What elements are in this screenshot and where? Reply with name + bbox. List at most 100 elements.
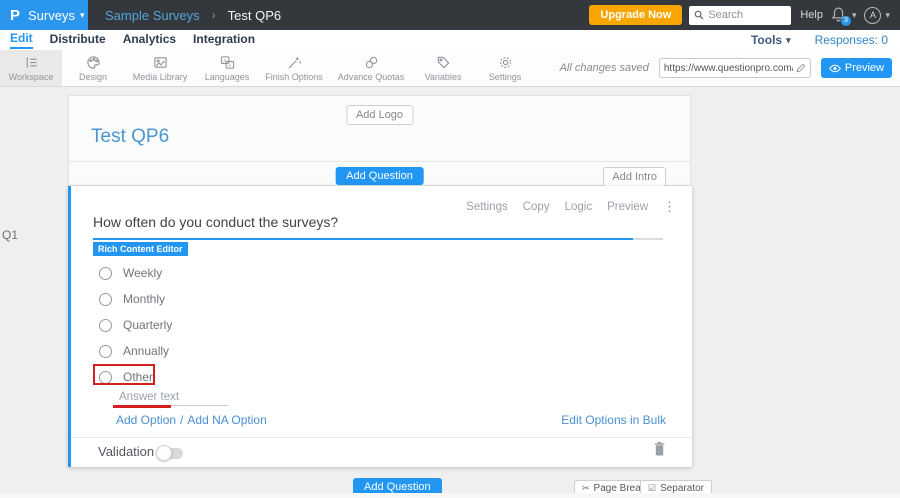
toolbar-item-label: Media Library	[132, 71, 188, 82]
toolbar-item-workspace[interactable]: Workspace	[0, 50, 62, 86]
question-preview-link[interactable]: Preview	[607, 201, 648, 213]
trash-icon	[654, 442, 665, 456]
answer-options-list: Weekly Monthly Quarterly Annually Other	[71, 260, 692, 390]
help-link[interactable]: Help	[800, 9, 823, 21]
toolbar-item-media-library[interactable]: Media Library	[124, 50, 196, 86]
search-box[interactable]	[689, 5, 792, 25]
add-na-option-link[interactable]: Add NA Option	[187, 413, 266, 427]
question-actions: Settings Copy Logic Preview ⋮	[466, 199, 676, 215]
question-logic-link[interactable]: Logic	[565, 201, 593, 213]
toolbar-item-label: Languages	[204, 71, 250, 82]
tab-distribute[interactable]: Distribute	[50, 32, 106, 48]
edit-options-in-bulk-link[interactable]: Edit Options in Bulk	[561, 413, 666, 427]
delete-question-button[interactable]	[653, 441, 666, 461]
product-menu-label: Surveys	[28, 7, 75, 23]
main-nav: Edit Distribute Analytics Integration To…	[0, 30, 900, 50]
tools-menu[interactable]: Tools ▾	[751, 33, 791, 47]
survey-title[interactable]: Test QP6	[91, 126, 169, 148]
option-links: Add Option / Add NA Option	[116, 413, 267, 427]
svg-text:A: A	[228, 62, 232, 67]
answer-option-other[interactable]: Other	[71, 364, 692, 390]
media-library-icon	[153, 56, 167, 68]
add-option-link[interactable]: Add Option	[116, 413, 176, 427]
radio-icon[interactable]	[99, 292, 112, 306]
account-chevron-icon[interactable]: ▾	[885, 10, 890, 20]
answer-option-monthly[interactable]: Monthly	[71, 286, 692, 312]
toolbar-item-variables[interactable]: Variables	[412, 50, 474, 86]
toolbar-item-label: Design	[78, 71, 107, 82]
responses-count[interactable]: Responses: 0	[815, 33, 888, 47]
radio-icon[interactable]	[99, 344, 112, 358]
survey-url-field[interactable]: https://www.questionpro.com/t/APNrFZ	[658, 58, 811, 78]
design-icon	[86, 55, 100, 69]
option-label: Monthly	[123, 292, 166, 306]
product-menu[interactable]: P Surveys ▾	[0, 0, 88, 30]
option-label: Other	[123, 370, 154, 384]
answer-option-weekly[interactable]: Weekly	[71, 260, 692, 286]
question-input-underline	[93, 238, 633, 240]
question-copy-link[interactable]: Copy	[523, 201, 550, 213]
topbar-right-cluster: Upgrade Now Help 3 ▾ A ▾	[589, 5, 900, 26]
survey-url-text: https://www.questionpro.com/t/APNrFZ	[663, 62, 793, 74]
notification-badge: 3	[840, 15, 851, 26]
avatar[interactable]: A	[864, 6, 882, 24]
search-input[interactable]	[708, 9, 784, 21]
answer-option-quarterly[interactable]: Quarterly	[71, 312, 692, 338]
answer-text-input[interactable]	[116, 388, 228, 406]
breadcrumb-parent[interactable]: Sample Surveys	[105, 8, 200, 23]
breadcrumb-current: Test QP6	[227, 7, 282, 23]
edit-toolbar: Workspace Design Media Library aA Langua…	[0, 50, 900, 87]
option-link-separator: /	[180, 413, 184, 427]
question-text-input[interactable]: How often do you conduct the surveys?	[93, 214, 338, 230]
toolbar-item-label: Workspace	[8, 71, 54, 82]
toolbar-item-advance-quotas[interactable]: Advance Quotas	[330, 50, 412, 86]
toolbar-item-finish-options[interactable]: Finish Options	[258, 50, 330, 86]
eye-icon	[829, 64, 841, 72]
notifications-button[interactable]: 3	[831, 6, 851, 26]
toolbar-item-settings[interactable]: Settings	[474, 50, 536, 86]
save-status-text: All changes saved	[559, 62, 649, 74]
toolbar-item-design[interactable]: Design	[62, 50, 124, 86]
add-intro-button[interactable]: Add Intro	[603, 167, 666, 187]
toolbar-item-label: Variables	[424, 71, 462, 82]
toolbar-item-languages[interactable]: aA Languages	[196, 50, 258, 86]
upgrade-now-button[interactable]: Upgrade Now	[589, 5, 683, 25]
option-label: Annually	[123, 344, 170, 358]
settings-icon	[499, 56, 511, 68]
radio-icon[interactable]	[99, 318, 112, 332]
finish-options-icon	[287, 56, 301, 69]
question-card: Settings Copy Logic Preview ⋮ How often …	[68, 186, 692, 467]
survey-header-actions-row: Add Question Add Intro	[69, 161, 690, 187]
questionpro-survey-editor: P Surveys ▾ Sample Surveys › Test QP6 Up…	[0, 0, 900, 498]
add-question-button-top[interactable]: Add Question	[335, 167, 424, 185]
languages-icon: aA	[220, 55, 234, 69]
toolbar-right-cluster: All changes saved https://www.questionpr…	[560, 50, 900, 86]
notifications-chevron-icon[interactable]: ▾	[852, 10, 857, 20]
validation-toggle[interactable]	[156, 445, 183, 461]
rich-content-editor-badge[interactable]: Rich Content Editor	[93, 242, 188, 256]
variables-icon	[437, 56, 449, 68]
tab-analytics[interactable]: Analytics	[123, 32, 176, 48]
tab-edit[interactable]: Edit	[10, 31, 33, 49]
validation-label: Validation	[98, 444, 155, 459]
preview-button-label: Preview	[844, 62, 884, 74]
kebab-menu-icon[interactable]: ⋮	[663, 199, 676, 215]
tab-integration[interactable]: Integration	[193, 32, 255, 48]
svg-text:a: a	[223, 57, 226, 62]
answer-option-annually[interactable]: Annually	[71, 338, 692, 364]
breadcrumb: Sample Surveys › Test QP6	[105, 8, 281, 23]
radio-icon[interactable]	[99, 370, 112, 384]
add-logo-button[interactable]: Add Logo	[345, 105, 414, 125]
preview-button[interactable]: Preview	[820, 58, 892, 78]
question-settings-link[interactable]: Settings	[466, 201, 508, 213]
question-number-label: Q1	[2, 228, 19, 242]
option-label: Weekly	[123, 266, 163, 280]
radio-icon[interactable]	[99, 266, 112, 280]
question-footer-divider	[71, 437, 692, 438]
search-icon	[694, 10, 704, 20]
pencil-icon[interactable]	[796, 63, 806, 73]
toggle-knob	[156, 445, 172, 461]
toolbar-item-label: Finish Options	[265, 71, 323, 82]
bottom-strip	[0, 493, 900, 498]
survey-header-card: Add Logo Test QP6 Add Question Add Intro	[68, 95, 691, 187]
